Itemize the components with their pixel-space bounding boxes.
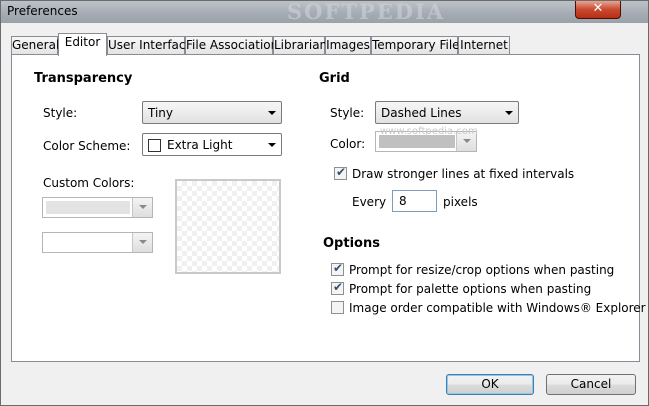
grid-style-value: Dashed Lines	[381, 106, 462, 120]
grid-style-select[interactable]: Dashed Lines	[375, 101, 519, 124]
option-image-order-label: Image order compatible with Windows® Exp…	[349, 301, 646, 315]
custom-color-1-fill	[46, 201, 130, 214]
chevron-down-icon	[505, 111, 513, 115]
editor-panel: Transparency Style: Tiny Color Scheme: E…	[11, 54, 646, 362]
chevron-down-icon	[463, 139, 471, 143]
stronger-lines-checkbox[interactable]: ✔	[334, 165, 347, 180]
every-label: Every	[352, 195, 387, 209]
custom-color-2-select[interactable]	[42, 232, 153, 253]
window-title: Preferences	[7, 4, 78, 18]
transparency-style-select[interactable]: Tiny	[142, 101, 282, 124]
check-icon: ✔	[333, 261, 344, 275]
dropdown-button[interactable]	[132, 233, 152, 252]
transparency-heading: Transparency	[34, 71, 133, 86]
tab-editor[interactable]: Editor	[58, 33, 107, 56]
title-watermark: SOFTPEDIA	[287, 0, 446, 24]
chevron-down-icon	[139, 205, 147, 209]
preferences-window: Preferences SOFTPEDIA ✕ General Editor U…	[0, 0, 649, 406]
transparency-style-value: Tiny	[148, 106, 174, 120]
close-button[interactable]: ✕	[575, 1, 621, 19]
tab-internet[interactable]: Internet	[458, 36, 510, 55]
tab-file-associations[interactable]: File Associations	[185, 36, 284, 55]
check-icon: ✔	[333, 280, 344, 294]
option-palette-label: Prompt for palette options when pasting	[349, 282, 592, 296]
option-palette-checkbox[interactable]: ✔	[331, 280, 344, 295]
grid-color-label: Color:	[330, 137, 366, 151]
custom-colors-label: Custom Colors:	[43, 176, 135, 190]
every-pixels-value: 8	[399, 194, 407, 208]
tab-librarian[interactable]: Librarian	[273, 36, 327, 55]
tab-temporary-files[interactable]: Temporary Files	[371, 36, 466, 55]
transparency-style-label: Style:	[43, 106, 78, 120]
option-resize-crop-checkbox[interactable]: ✔	[331, 261, 344, 276]
dropdown-button[interactable]	[132, 198, 152, 217]
chevron-down-icon	[268, 143, 276, 147]
chevron-down-icon	[139, 240, 147, 244]
close-icon: ✕	[592, 1, 604, 16]
color-scheme-label: Color Scheme:	[43, 139, 131, 153]
tab-general[interactable]: General	[11, 36, 59, 55]
color-scheme-value: Extra Light	[167, 138, 233, 152]
options-heading: Options	[323, 236, 380, 251]
grid-style-label: Style:	[330, 106, 365, 120]
color-swatch-icon	[148, 139, 161, 152]
check-icon: ✔	[336, 165, 347, 179]
title-bar[interactable]: Preferences SOFTPEDIA ✕	[1, 0, 648, 24]
tab-images[interactable]: Images	[325, 36, 371, 55]
option-image-order-checkbox[interactable]	[331, 301, 344, 314]
transparency-preview	[175, 179, 281, 274]
option-resize-crop-label: Prompt for resize/crop options when past…	[349, 263, 615, 277]
ok-button[interactable]: OK	[446, 374, 534, 395]
stronger-lines-label: Draw stronger lines at fixed intervals	[352, 167, 575, 181]
tab-user-interface[interactable]: User Interface	[107, 36, 193, 55]
softpedia-watermark: www.softpedia.com	[380, 126, 478, 137]
pixels-label: pixels	[443, 195, 478, 209]
grid-heading: Grid	[319, 71, 350, 86]
chevron-down-icon	[268, 111, 276, 115]
color-scheme-select[interactable]: Extra Light	[142, 133, 282, 156]
every-pixels-input[interactable]: 8	[392, 190, 437, 212]
cancel-button[interactable]: Cancel	[546, 374, 636, 395]
custom-color-1-select[interactable]	[42, 197, 153, 218]
